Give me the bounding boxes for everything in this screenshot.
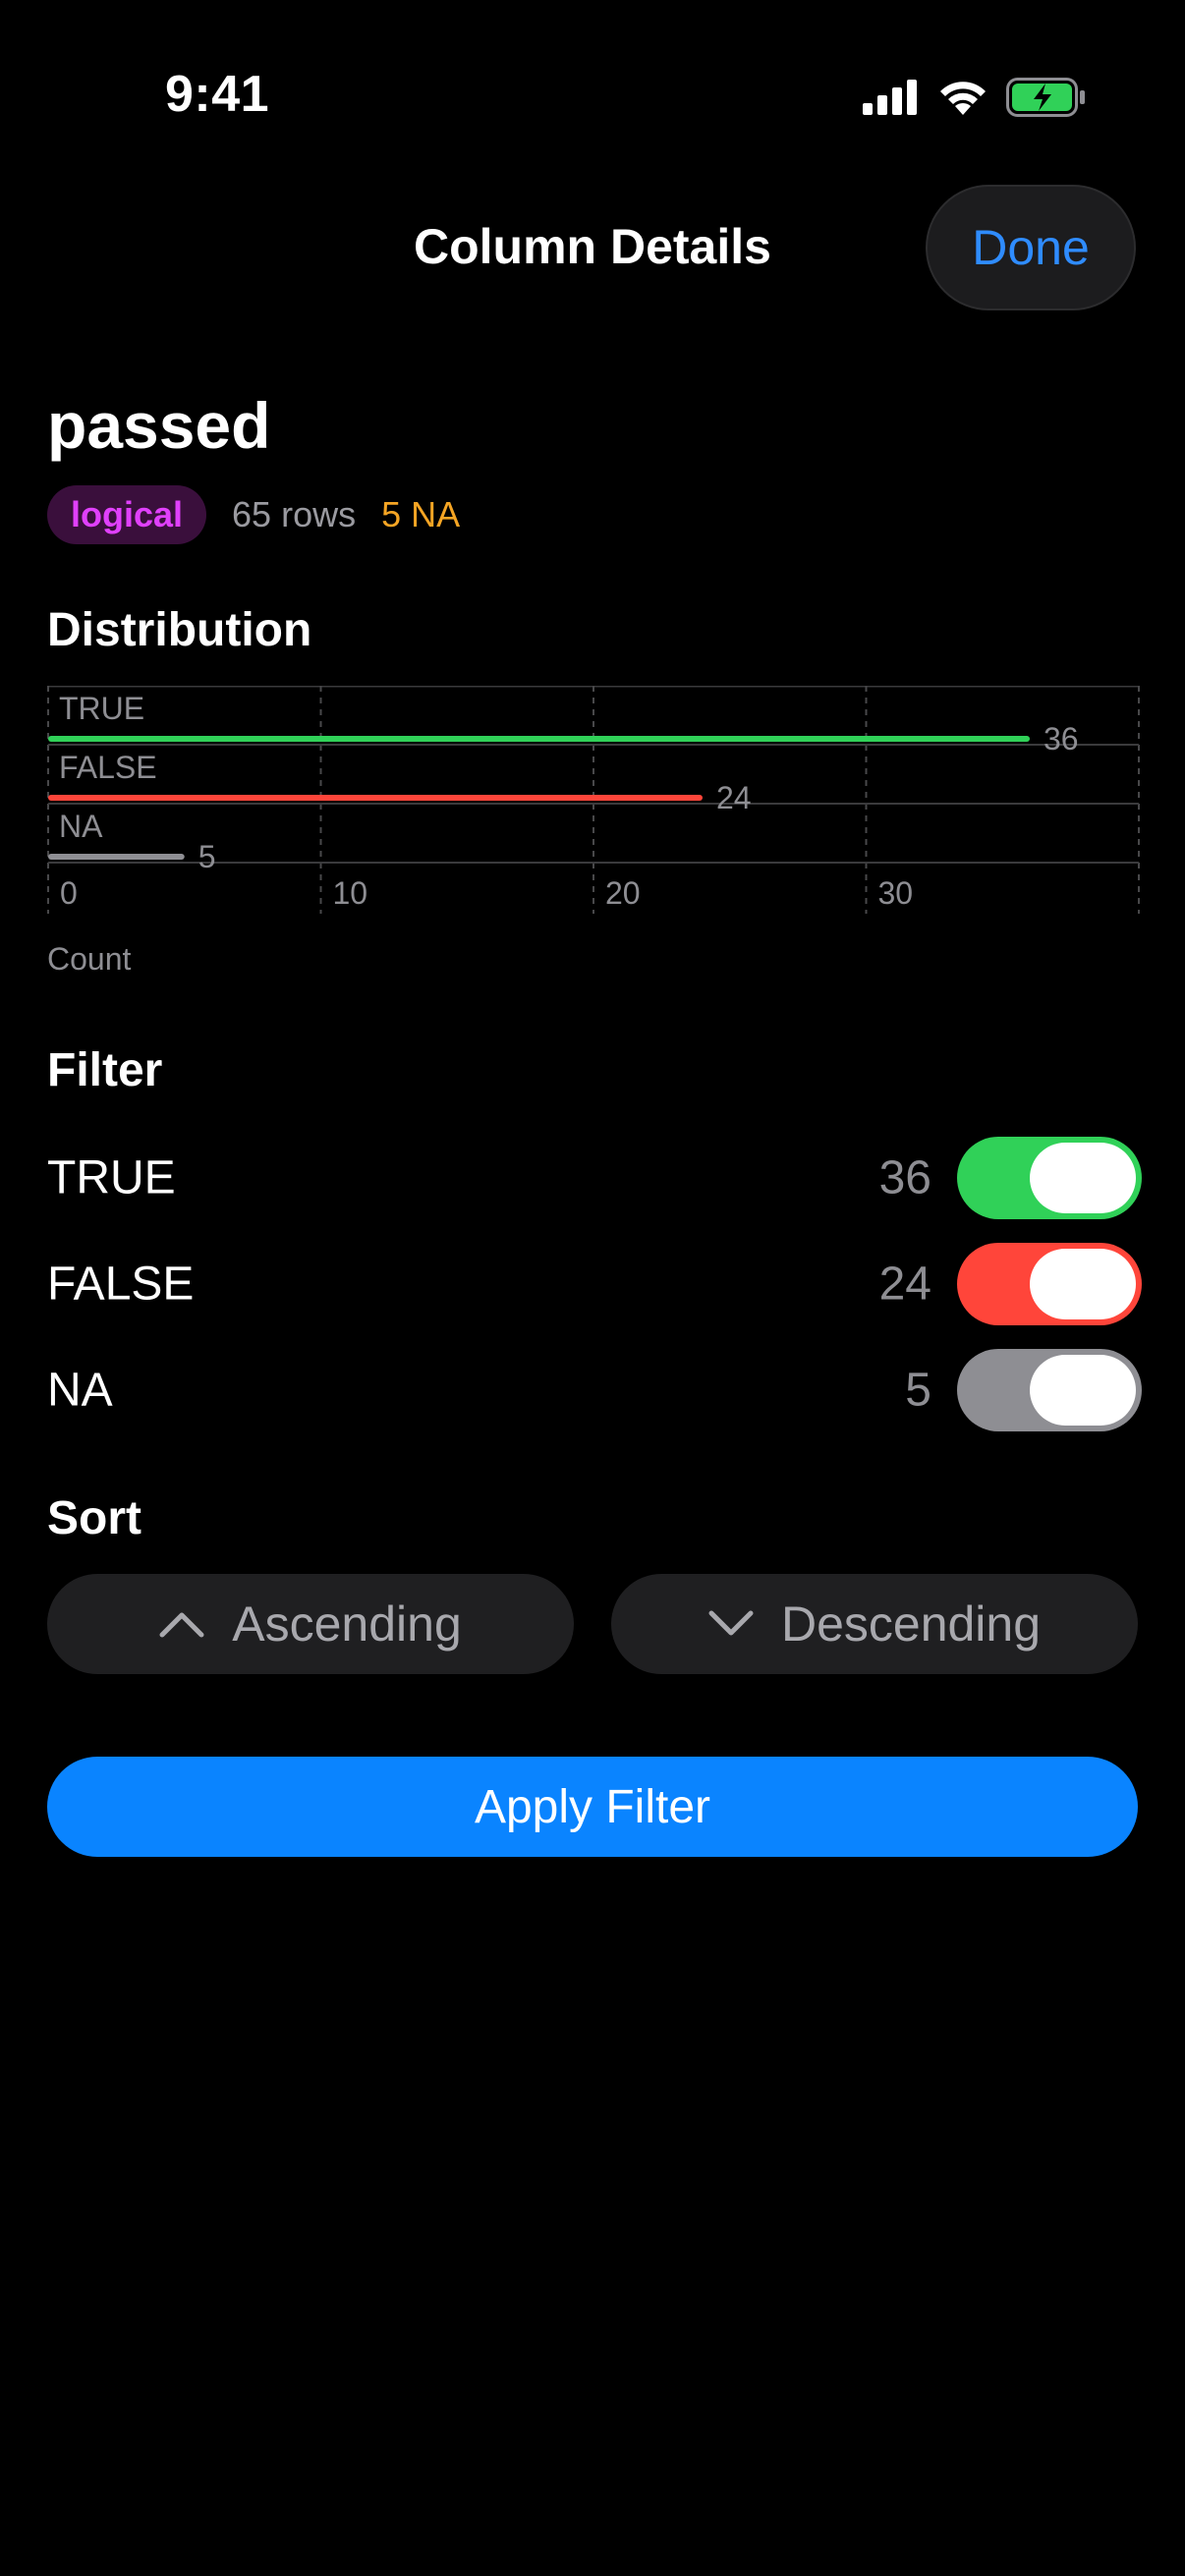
filter-label: FALSE: [47, 1258, 195, 1311]
battery-charging-icon: [1006, 78, 1085, 117]
status-time: 9:41: [165, 66, 270, 123]
category-label: TRUE: [59, 691, 144, 726]
filter-label: NA: [47, 1364, 113, 1417]
distribution-chart: TRUE 36 FALSE 24 NA 5 0 10 20 30: [47, 686, 1140, 914]
sort-ascending-label: Ascending: [232, 1596, 462, 1652]
wifi-icon: [940, 82, 986, 115]
sort-descending-button[interactable]: Descending: [611, 1574, 1138, 1674]
na-count: 5 NA: [381, 494, 461, 534]
filter-label: TRUE: [47, 1151, 176, 1204]
chevron-down-icon: [708, 1610, 754, 1636]
filter-toggle-na[interactable]: [957, 1349, 1142, 1431]
category-label: NA: [59, 809, 103, 844]
filter-count: 24: [878, 1258, 931, 1311]
toggle-knob: [1030, 1355, 1136, 1426]
bar: [48, 854, 185, 860]
toggle-knob: [1030, 1249, 1136, 1319]
done-button[interactable]: Done: [926, 185, 1136, 310]
bar: [48, 795, 703, 801]
filter-row-true: TRUE 36: [47, 1134, 1142, 1222]
sort-ascending-button[interactable]: Ascending: [47, 1574, 574, 1674]
column-meta: logical 65 rows 5 NA: [47, 485, 460, 544]
cellular-signal-icon: [863, 80, 917, 115]
toggle-knob: [1030, 1143, 1136, 1213]
tick-label: 30: [878, 875, 914, 911]
data-label: 5: [198, 839, 216, 874]
data-label: 24: [716, 780, 752, 815]
axis-label-count: Count: [47, 941, 132, 977]
filter-toggle-true[interactable]: [957, 1137, 1142, 1219]
tick-label: 10: [333, 875, 368, 911]
bar: [48, 736, 1030, 742]
column-name: passed: [47, 389, 271, 462]
data-label: 36: [1044, 721, 1079, 756]
distribution-title: Distribution: [47, 604, 312, 656]
chevron-up-icon: [159, 1612, 204, 1638]
filter-row-na: NA 5: [47, 1346, 1142, 1434]
column-details-screen: 9:41 Column Details Done passed logical …: [0, 0, 1185, 2576]
filter-count: 36: [878, 1151, 931, 1204]
sort-descending-label: Descending: [780, 1596, 1042, 1652]
apply-filter-button[interactable]: Apply Filter: [47, 1757, 1138, 1857]
tick-label: 20: [605, 875, 641, 911]
status-icons: [863, 73, 1087, 122]
filter-row-false: FALSE 24: [47, 1240, 1142, 1328]
filter-title: Filter: [47, 1044, 163, 1096]
row-count: 65 rows: [232, 494, 357, 534]
filter-count: 5: [905, 1364, 931, 1417]
type-badge: logical: [47, 485, 207, 544]
category-label: FALSE: [59, 750, 157, 785]
tick-label: 0: [60, 875, 78, 911]
sort-title: Sort: [47, 1492, 141, 1544]
filter-toggle-false[interactable]: [957, 1243, 1142, 1325]
